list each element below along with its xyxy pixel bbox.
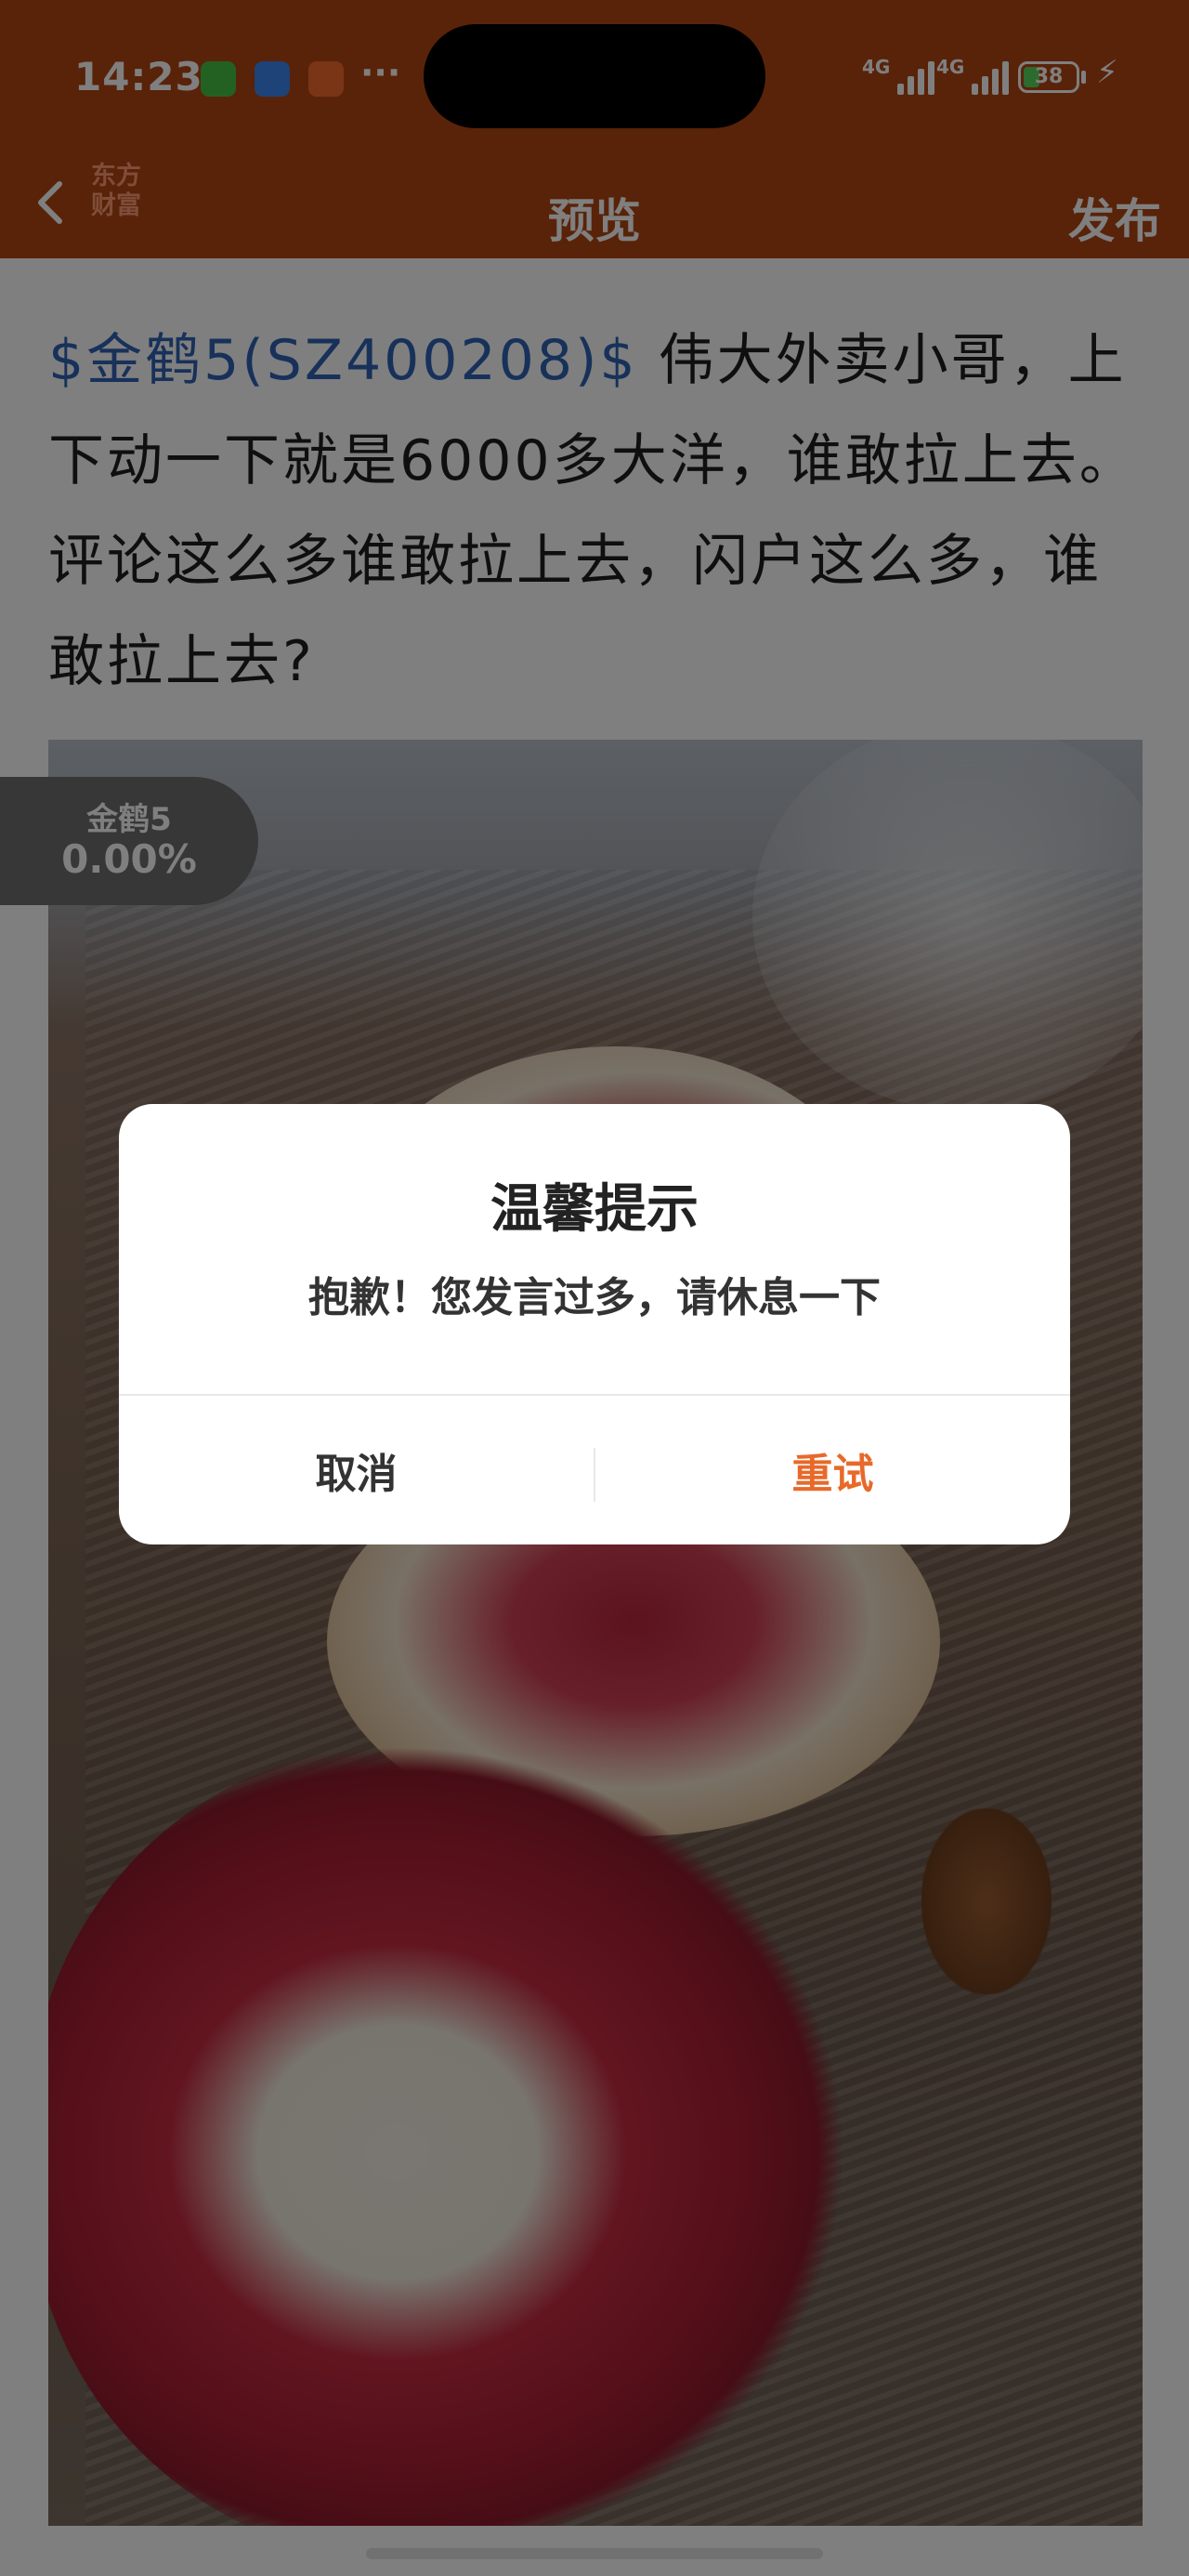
dialog-message: 抱歉！您发言过多，请休息一下 bbox=[308, 1274, 881, 1321]
cancel-button[interactable]: 取消 bbox=[119, 1396, 594, 1544]
dialog-title: 温馨提示 bbox=[490, 1179, 699, 1240]
alert-dialog: 温馨提示 抱歉！您发言过多，请休息一下 取消 重试 bbox=[119, 1104, 1070, 1544]
retry-button[interactable]: 重试 bbox=[595, 1396, 1070, 1544]
